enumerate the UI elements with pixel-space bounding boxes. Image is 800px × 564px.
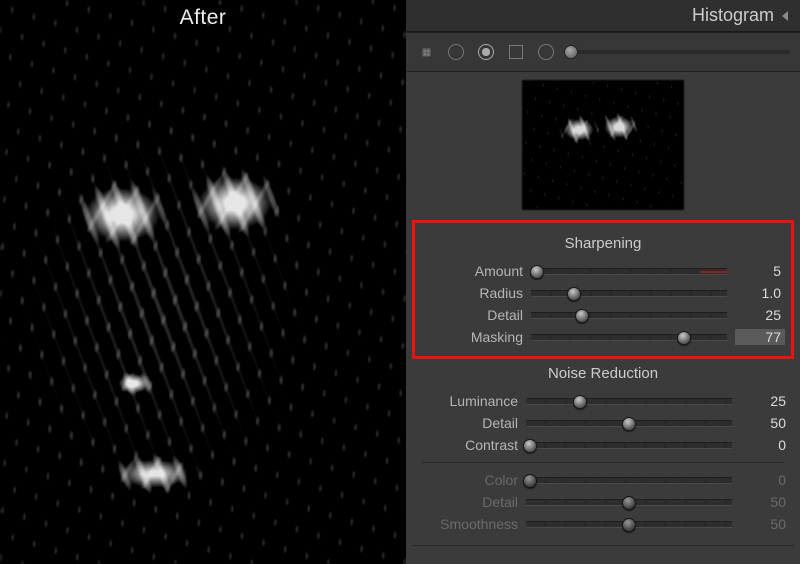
- detail-panel: Sharpening Amount 5 Radius 1.0: [406, 220, 800, 564]
- slider-red-range: [700, 271, 727, 273]
- slider-value[interactable]: 5: [735, 263, 785, 279]
- histogram-panel-header[interactable]: Histogram: [406, 0, 800, 32]
- detail-preview-area: [406, 72, 800, 220]
- sharpening-detail-slider[interactable]: [531, 312, 727, 319]
- slider-value[interactable]: 0: [740, 472, 790, 488]
- sharpening-amount-slider[interactable]: [531, 268, 727, 275]
- slider-label: Masking: [421, 329, 523, 345]
- noise-contrast-row: Contrast 0: [412, 434, 794, 456]
- slider-label: Radius: [421, 285, 523, 301]
- slider-knob-icon[interactable]: [622, 417, 636, 431]
- slider-knob-icon[interactable]: [530, 265, 544, 279]
- slider-label: Amount: [421, 263, 523, 279]
- noise-detail-row: Detail 50: [412, 412, 794, 434]
- sharpening-highlight-annotation: Sharpening Amount 5 Radius 1.0: [412, 220, 794, 359]
- slider-label: Detail: [416, 415, 518, 431]
- noise-smoothness-slider[interactable]: [526, 521, 732, 528]
- slider-value[interactable]: 25: [740, 393, 790, 409]
- slider-knob-icon[interactable]: [622, 518, 636, 532]
- sharpening-radius-slider[interactable]: [531, 290, 727, 297]
- crop-tool-icon[interactable]: ▦: [416, 42, 436, 62]
- slider-label: Detail: [421, 307, 523, 323]
- noise-reduction-title: Noise Reduction: [412, 365, 794, 382]
- slider-value[interactable]: 1.0: [735, 285, 785, 301]
- slider-value[interactable]: 50: [740, 494, 790, 510]
- noise-color-detail-row: Detail 50: [412, 491, 794, 513]
- slider-knob-icon[interactable]: [575, 309, 589, 323]
- sharpening-radius-row: Radius 1.0: [417, 282, 789, 304]
- slider-value[interactable]: 50: [740, 516, 790, 532]
- slider-label: Smoothness: [416, 516, 518, 532]
- toolstrip-slider[interactable]: [566, 50, 790, 54]
- sharpening-masking-row: Masking 77: [417, 326, 789, 348]
- noise-color-detail-slider[interactable]: [526, 499, 732, 506]
- noise-smoothness-row: Smoothness 50: [412, 513, 794, 535]
- noise-color-slider[interactable]: [526, 477, 732, 484]
- sharpening-masking-slider[interactable]: [531, 334, 727, 341]
- develop-right-panel: Histogram ▦ Sharpening Amount 5: [406, 0, 800, 564]
- preview-image: [0, 0, 406, 564]
- panel-collapse-triangle-icon[interactable]: [782, 11, 788, 21]
- slider-knob-icon[interactable]: [622, 496, 636, 510]
- noise-luminance-slider[interactable]: [526, 398, 732, 405]
- slider-label: Contrast: [416, 437, 518, 453]
- divider: [422, 462, 784, 463]
- noise-color-row: Color 0: [412, 469, 794, 491]
- redeye-tool-icon[interactable]: [476, 42, 496, 62]
- noise-contrast-slider[interactable]: [526, 442, 732, 449]
- preview-pane: After: [0, 0, 406, 564]
- toolstrip: ▦: [406, 32, 800, 72]
- slider-knob-icon[interactable]: [523, 439, 537, 453]
- slider-label: Color: [416, 472, 518, 488]
- slider-value[interactable]: 77: [735, 329, 785, 345]
- slider-knob-icon[interactable]: [523, 474, 537, 488]
- slider-knob-icon[interactable]: [677, 331, 691, 345]
- noise-luminance-row: Luminance 25: [412, 390, 794, 412]
- graduated-filter-tool-icon[interactable]: [506, 42, 526, 62]
- slider-value[interactable]: 50: [740, 415, 790, 431]
- noise-reduction-group: Noise Reduction Luminance 25 Detail 50 C…: [412, 365, 794, 546]
- sharpening-amount-row: Amount 5: [417, 260, 789, 282]
- sharpening-detail-row: Detail 25: [417, 304, 789, 326]
- histogram-title: Histogram: [692, 5, 774, 26]
- slider-label: Luminance: [416, 393, 518, 409]
- noise-detail-slider[interactable]: [526, 420, 732, 427]
- slider-value[interactable]: 25: [735, 307, 785, 323]
- slider-knob-icon[interactable]: [573, 395, 587, 409]
- slider-value[interactable]: 0: [740, 437, 790, 453]
- detail-preview-thumbnail[interactable]: [522, 80, 684, 210]
- slider-label: Detail: [416, 494, 518, 510]
- sharpening-title: Sharpening: [417, 235, 789, 252]
- spot-removal-tool-icon[interactable]: [446, 42, 466, 62]
- slider-knob-icon[interactable]: [567, 287, 581, 301]
- preview-mode-label: After: [180, 6, 227, 30]
- radial-filter-tool-icon[interactable]: [536, 42, 556, 62]
